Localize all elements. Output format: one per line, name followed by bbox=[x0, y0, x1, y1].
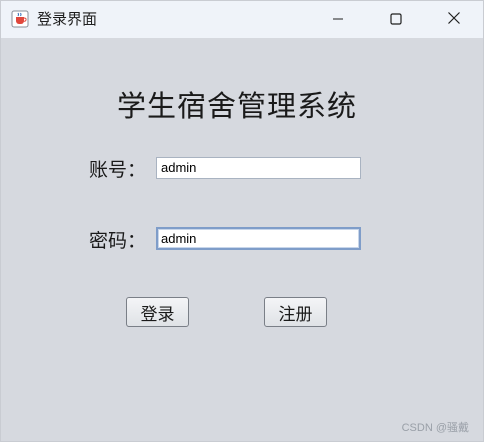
close-button[interactable] bbox=[425, 1, 483, 38]
title-bar[interactable]: 登录界面 bbox=[1, 1, 483, 38]
close-icon bbox=[447, 10, 461, 29]
java-coffee-icon bbox=[11, 10, 29, 28]
minimize-button[interactable] bbox=[309, 1, 367, 38]
username-label: 账号： bbox=[89, 159, 147, 181]
password-field[interactable]: admin bbox=[156, 227, 361, 250]
register-button[interactable]: 注册 bbox=[264, 297, 327, 327]
window-title: 登录界面 bbox=[37, 10, 98, 28]
password-label: 密码： bbox=[89, 230, 147, 252]
maximize-button[interactable] bbox=[367, 1, 425, 38]
login-button[interactable]: 登录 bbox=[126, 297, 189, 327]
system-title: 学生宿舍管理系统 bbox=[116, 89, 357, 123]
minimize-icon bbox=[332, 10, 344, 29]
login-window: 登录界面 学生宿舍管理系统 账号： admin 密码： admin 登录 注册 … bbox=[0, 0, 484, 442]
maximize-icon bbox=[390, 10, 402, 29]
username-field[interactable]: admin bbox=[156, 157, 361, 179]
watermark-text: CSDN @骚戴 bbox=[401, 422, 469, 434]
